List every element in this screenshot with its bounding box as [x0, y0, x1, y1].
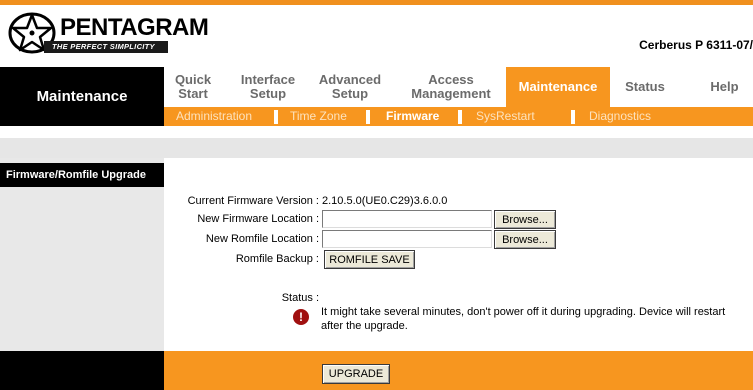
- menu-interface-setup-label: Interface Setup: [240, 72, 296, 101]
- menu-status[interactable]: Status: [614, 67, 676, 107]
- menu-interface-setup[interactable]: Interface Setup: [232, 67, 304, 107]
- submenu-separator: [458, 110, 462, 124]
- menu-help[interactable]: Help: [696, 67, 753, 107]
- romfile-backup-label: Romfile Backup :: [235, 253, 319, 265]
- menu-status-label: Status: [625, 79, 665, 94]
- new-romfile-label: New Romfile Location :: [205, 233, 319, 245]
- brand-logo: PENTAGRAM THE PERFECT SIMPLICITY: [8, 12, 209, 54]
- menu-advanced-setup-label: Advanced Setup: [318, 72, 382, 101]
- submenu-sysrestart[interactable]: SysRestart: [476, 107, 535, 126]
- submenu-separator: [571, 110, 575, 124]
- menu-quick-start[interactable]: Quick Start: [164, 67, 222, 107]
- browse-romfile-button[interactable]: Browse...: [494, 230, 556, 249]
- footer-left: [0, 351, 164, 390]
- new-romfile-file-input[interactable]: [322, 230, 492, 248]
- romfile-save-button[interactable]: ROMFILE SAVE: [324, 250, 415, 269]
- new-firmware-file-input[interactable]: [322, 210, 492, 228]
- current-firmware-value: 2.10.5.0(UE0.C29)3.6.0.0: [322, 195, 448, 207]
- submenu-time-zone[interactable]: Time Zone: [290, 107, 347, 126]
- current-firmware-label: Current Firmware Version :: [187, 195, 319, 207]
- menu-advanced-setup[interactable]: Advanced Setup: [314, 67, 386, 107]
- section-title: Maintenance: [0, 67, 164, 126]
- submenu-separator: [274, 110, 278, 124]
- status-message: It might take several minutes, don't pow…: [321, 306, 726, 332]
- device-model: Cerberus P 6311-07/: [639, 38, 753, 52]
- menu-access-management-label: Access Management: [411, 72, 491, 101]
- submenu-separator: [366, 110, 370, 124]
- top-accent-line: [0, 0, 753, 5]
- upgrade-button[interactable]: UPGRADE: [322, 364, 390, 384]
- spacer-band: [0, 138, 753, 158]
- menu-maintenance-label: Maintenance: [518, 79, 598, 94]
- menu-access-management[interactable]: Access Management: [404, 67, 498, 107]
- menu-maintenance[interactable]: Maintenance: [506, 67, 610, 107]
- new-firmware-label: New Firmware Location :: [197, 213, 319, 225]
- brand-name: PENTAGRAM: [60, 14, 209, 41]
- submenu-diagnostics[interactable]: Diagnostics: [589, 107, 651, 126]
- browse-firmware-button[interactable]: Browse...: [494, 210, 556, 229]
- menu-help-label: Help: [710, 79, 739, 94]
- menu-quick-start-label: Quick Start: [174, 72, 212, 101]
- status-label: Status :: [281, 292, 319, 304]
- side-section-title: Firmware/Romfile Upgrade: [0, 163, 164, 187]
- submenu-administration[interactable]: Administration: [176, 107, 252, 126]
- submenu-firmware[interactable]: Firmware: [386, 107, 439, 126]
- brand-slogan: THE PERFECT SIMPLICITY: [44, 41, 168, 53]
- warning-icon: !: [293, 309, 309, 325]
- footer-bar: [164, 351, 753, 390]
